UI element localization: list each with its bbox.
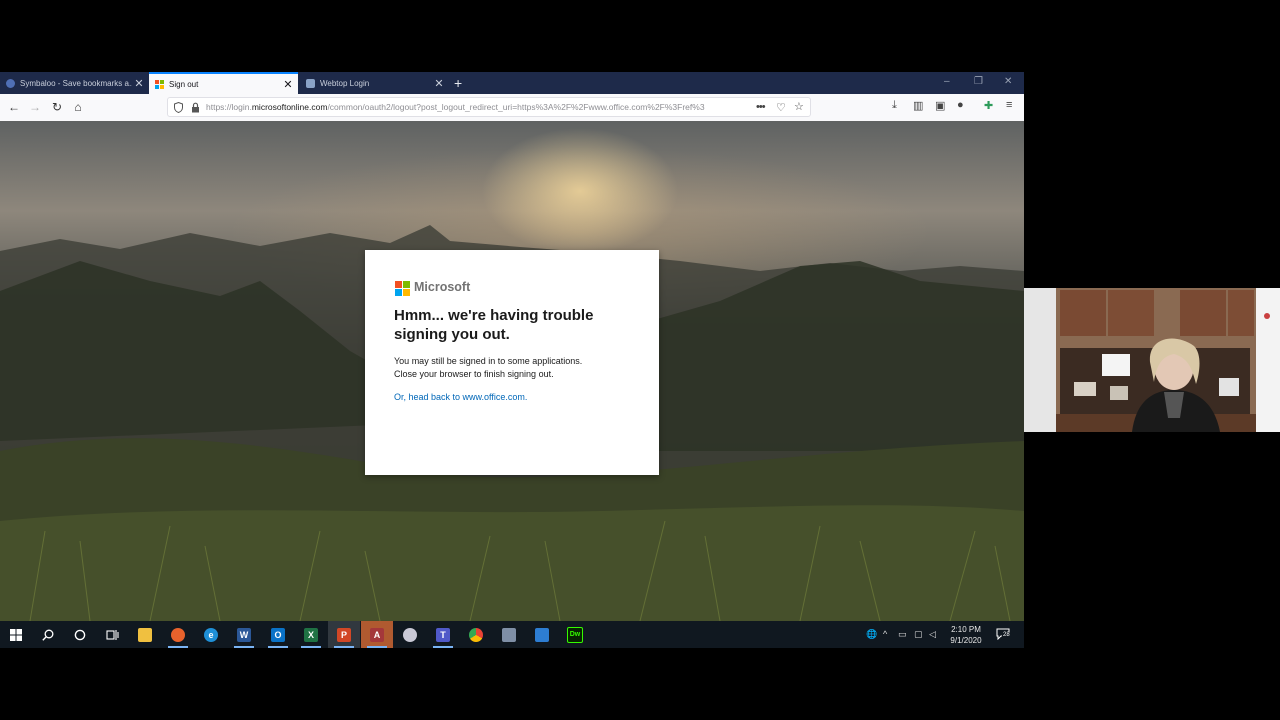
edge-icon: e [204,627,218,642]
sign-out-card: Microsoft Hmm... we're having trouble si… [365,250,659,475]
minimize-icon[interactable]: – [944,76,950,87]
back-icon[interactable]: ← [6,99,22,115]
url-text[interactable]: https://login.microsoftonline.com/common… [206,102,751,112]
close-tab-icon[interactable]: ✕ [432,77,446,90]
sidebar-icon[interactable]: ▣ [935,99,945,112]
tab-webtop-login[interactable]: Webtop Login ✕ [300,72,449,94]
search-icon[interactable] [42,629,54,641]
taskbar-chrome[interactable] [460,621,492,648]
new-tab-button[interactable]: + [454,75,462,91]
window-close-icon[interactable]: ✕ [1004,76,1012,87]
address-bar[interactable]: https://login.microsoftonline.com/common… [167,97,811,117]
taskbar-teams[interactable]: T [427,621,459,648]
display-icon[interactable]: ▢ [914,629,923,640]
access-icon: A [370,627,384,642]
cloud-app-icon [403,627,417,642]
windows-start-icon[interactable] [10,629,22,641]
windows-taskbar: e W O X P A T Dw 🌐 ^ ▭ ▢ ◁ 2:10 PM 9/1/2… [0,621,1024,648]
taskbar-access[interactable]: A [361,621,393,648]
dreamweaver-icon: Dw [567,626,583,643]
tray-chevron-up-icon[interactable]: ^ [883,629,887,639]
close-tab-icon[interactable]: ✕ [132,77,146,90]
word-icon: W [237,627,251,642]
webcam-overlay [1024,288,1280,432]
system-clock[interactable]: 2:10 PM 9/1/2020 [940,624,992,646]
powerpoint-icon: P [337,627,351,642]
page-actions-icon[interactable]: ••• [756,101,766,113]
taskbar-edge[interactable]: e [195,621,227,648]
close-tab-icon[interactable]: ✕ [281,78,295,91]
battery-icon[interactable]: ▭ [898,629,907,640]
maximize-icon[interactable]: ❐ [974,76,983,87]
microsoft-logo-icon [395,281,410,296]
firefox-icon [171,627,185,642]
browser-navbar: ← → ↻ ⌂ https://login.microsoftonline.co… [0,94,1024,122]
taskbar-dreamweaver[interactable]: Dw [559,621,591,648]
taskbar-calculator[interactable] [493,621,525,648]
extensions-icon[interactable]: ✚ [984,99,993,112]
sign-out-page: Microsoft Hmm... we're having trouble si… [0,121,1024,621]
downloads-icon[interactable]: ⤓ [892,99,897,112]
home-icon[interactable]: ⌂ [70,99,86,115]
menu-icon[interactable]: ≡ [1006,99,1012,111]
desktop-screen: Symbaloo - Save bookmarks a... ✕ Sign ou… [0,72,1024,648]
brand-name: Microsoft [414,280,471,294]
taskbar-outlook[interactable]: O [262,621,294,648]
volume-icon[interactable]: ◁ [929,629,936,640]
cortana-icon[interactable] [74,629,86,641]
taskbar-cloud-app[interactable] [394,621,426,648]
chrome-icon [469,627,483,642]
taskbar-word[interactable]: W [228,621,260,648]
network-globe-icon[interactable]: 🌐 [866,629,877,640]
reload-icon[interactable]: ↻ [49,99,65,115]
microsoft-favicon-icon [155,79,164,89]
notification-center-icon[interactable]: 28 [996,627,1012,641]
presenter-video-image [1024,288,1280,432]
bookmark-star-icon[interactable]: ☆ [794,100,804,113]
tab-symbaloo[interactable]: Symbaloo - Save bookmarks a... ✕ [0,72,149,94]
task-view-icon[interactable] [106,629,119,641]
account-icon[interactable]: ● [957,99,964,111]
taskbar-remote-app[interactable] [526,621,558,648]
folder-icon [138,627,152,642]
forward-icon[interactable]: → [27,99,43,115]
taskbar-powerpoint[interactable]: P [328,621,360,648]
excel-icon: X [304,627,318,642]
tab-sign-out[interactable]: Sign out ✕ [149,72,298,94]
taskbar-firefox[interactable] [162,621,194,648]
office-link[interactable]: Or, head back to www.office.com. [394,392,527,402]
pocket-icon[interactable]: ♡ [776,101,786,114]
library-icon[interactable]: ▥ [913,99,923,112]
browser-tab-strip: Symbaloo - Save bookmarks a... ✕ Sign ou… [0,72,1024,94]
remote-app-icon [535,627,549,642]
notification-count: 28 [1002,632,1011,638]
sign-out-heading: Hmm... we're having trouble signing you … [394,307,594,343]
sign-out-message: You may still be signed in to some appli… [394,356,583,379]
teams-icon: T [436,627,450,642]
lock-icon[interactable] [191,102,200,113]
outlook-icon: O [271,627,285,642]
calculator-icon [502,627,516,642]
symbaloo-favicon-icon [6,78,15,88]
taskbar-file-explorer[interactable] [129,621,161,648]
taskbar-excel[interactable]: X [295,621,327,648]
shield-icon[interactable] [174,102,183,113]
webtop-favicon-icon [306,78,315,88]
